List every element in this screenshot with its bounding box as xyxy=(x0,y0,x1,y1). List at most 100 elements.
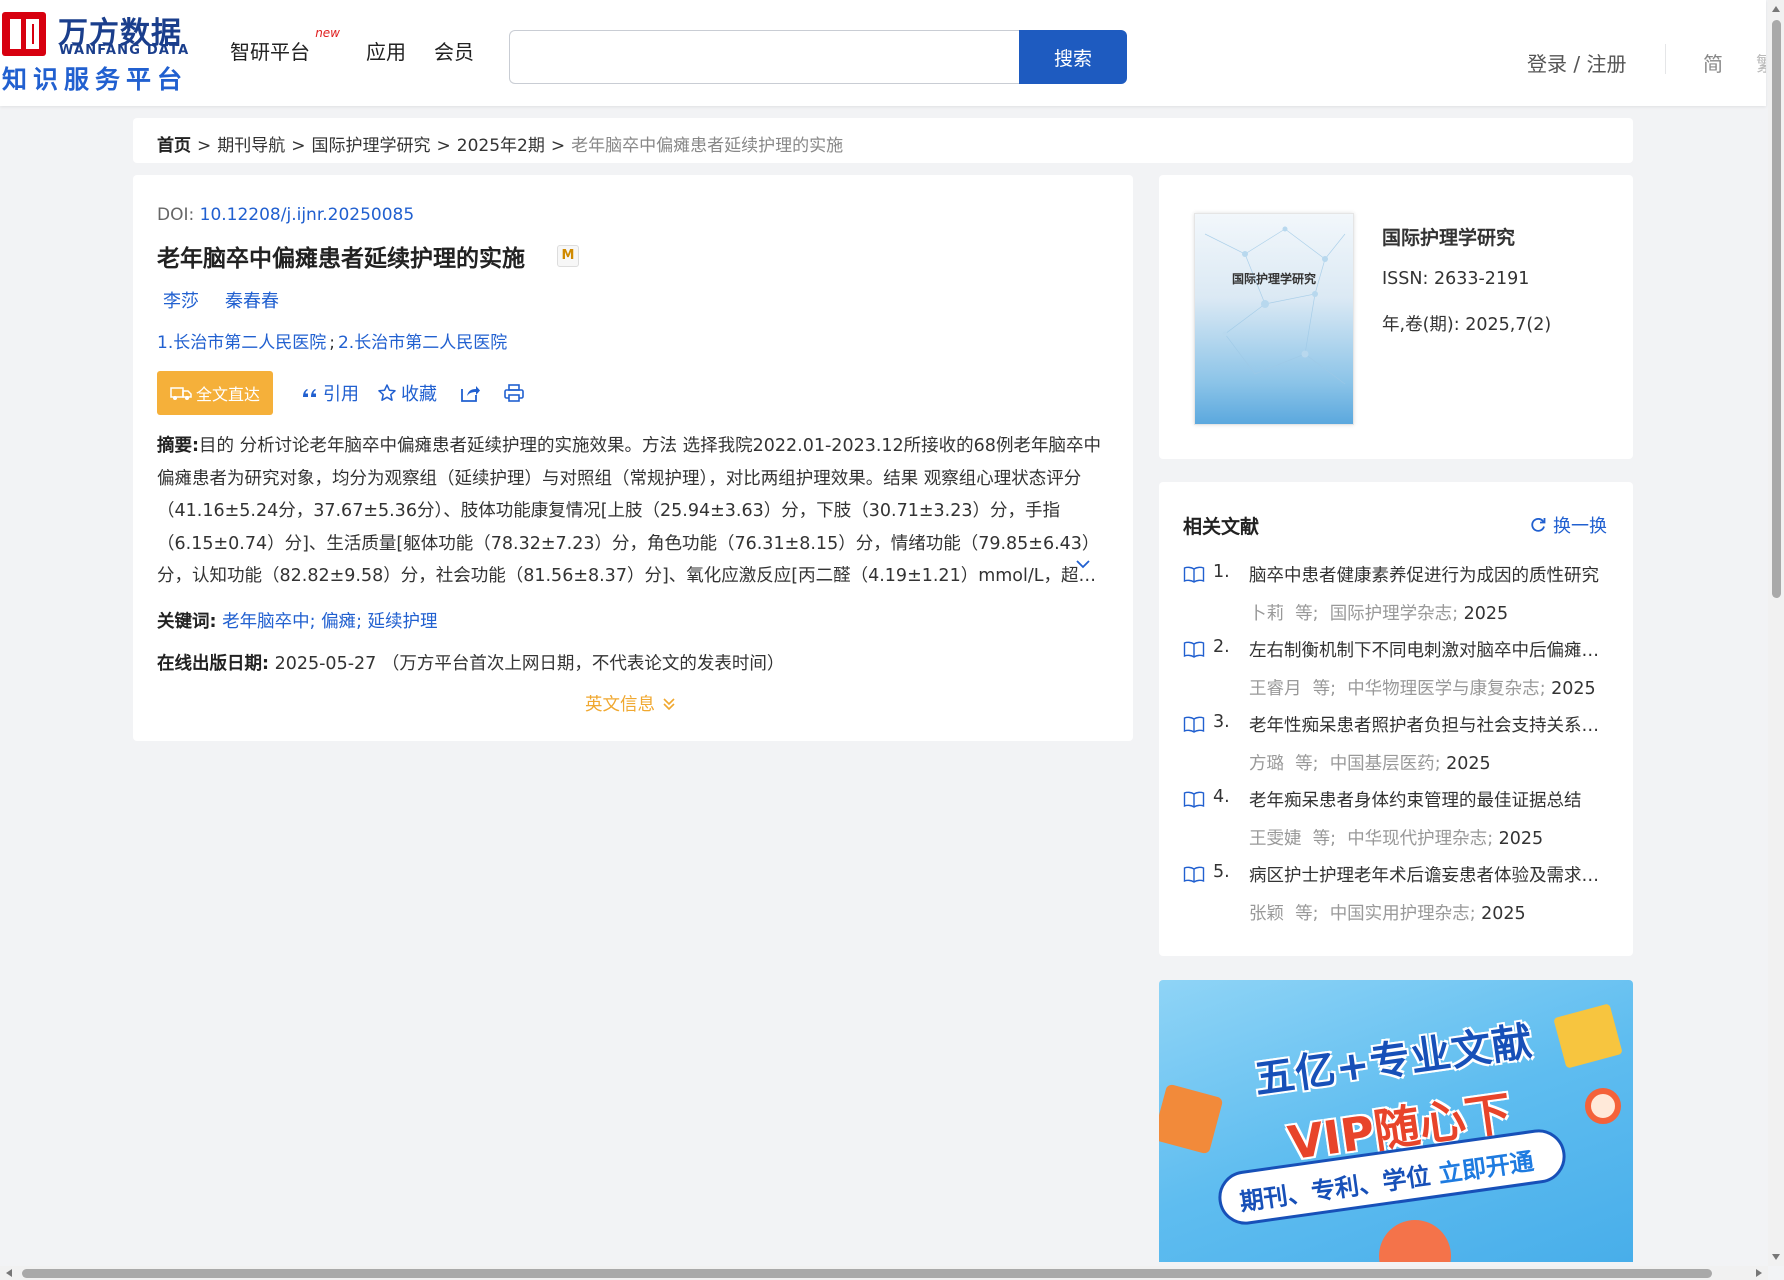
logo-sub-text: 知识服务平台 xyxy=(2,65,189,94)
pubdate-note: （万方平台首次上网日期，不代表论文的发表时间） xyxy=(381,654,785,674)
search-button[interactable]: 搜索 xyxy=(1019,30,1127,84)
vertical-scroll-thumb[interactable] xyxy=(1772,20,1781,598)
affiliation-link[interactable]: 1.长治市第二人民医院 xyxy=(157,333,326,353)
related-source: 中国实用护理杂志 xyxy=(1329,904,1470,924)
author-link[interactable]: 秦春春 xyxy=(225,287,279,313)
cite-button[interactable]: 引用 xyxy=(301,380,359,406)
cover-network-pattern xyxy=(1204,226,1346,385)
fulltext-button[interactable]: 全文直达 xyxy=(157,371,273,415)
lang-simplified[interactable]: 简 xyxy=(1703,48,1723,77)
nav-apps[interactable]: 应用 xyxy=(366,36,406,65)
chevron-down-icon[interactable] xyxy=(1075,559,1091,571)
related-year: 2025 xyxy=(1481,904,1526,924)
pubdate-value: 2025-05-27 xyxy=(274,654,377,674)
horizontal-scrollbar[interactable] xyxy=(0,1266,1768,1280)
journal-cover[interactable]: 国际护理学研究 xyxy=(1194,213,1354,425)
book-decoration xyxy=(1553,1003,1623,1069)
abstract-text-wrap: 摘要:目的 分析讨论老年脑卒中偏瘫患者延续护理的实施效果。方法 选择我院2022… xyxy=(157,430,1107,593)
main-nav: 智研平台 new 应用 会员 xyxy=(230,26,502,65)
related-papers-card: 相关文献 换一换 1. 脑卒中患者健康素养促进行为成因的质性研究 卜莉 等; 国… xyxy=(1159,482,1633,956)
favorite-button[interactable]: 收藏 xyxy=(377,380,437,406)
book-decoration xyxy=(1159,1083,1224,1155)
related-meta: 卜莉 等; 国际护理学杂志; 2025 xyxy=(1249,604,1509,624)
logo-en-text: WANFANG DATA xyxy=(59,43,190,58)
pubdate-line: 在线出版日期: 2025-05-27 （万方平台首次上网日期，不代表论文的发表时… xyxy=(157,650,784,675)
english-info-toggle[interactable]: 英文信息 xyxy=(585,691,677,716)
related-paper-link[interactable]: 脑卒中患者健康素养促进行为成因的质性研究 xyxy=(1249,562,1611,587)
breadcrumb-issue[interactable]: 2025年2期 xyxy=(457,136,545,156)
list-item: 3. 老年性痴呆患者照护者负担与社会支持关系研究 方璐 等; 中国基层医药; 2… xyxy=(1183,712,1613,787)
wanfang-logo[interactable]: 万方数据 WANFANG DATA 知识服务平台 xyxy=(2,10,192,94)
related-paper-link[interactable]: 左右制衡机制下不同电刺激对脑卒中后偏瘫患者的影响 xyxy=(1249,637,1611,662)
favorite-label: 收藏 xyxy=(401,384,437,405)
vip-promo-banner[interactable]: 五亿+专业文献 VIP随心下 期刊、专利、学位 立即开通 xyxy=(1159,980,1633,1262)
list-item: 4. 老年痴呆患者身体约束管理的最佳证据总结 王雯婕 等; 中华现代护理杂志; … xyxy=(1183,787,1613,862)
keyword-link[interactable]: 延续护理 xyxy=(368,612,438,632)
keyword-sep: ; xyxy=(356,612,362,632)
fulltext-label: 全文直达 xyxy=(195,385,260,404)
search-input[interactable] xyxy=(509,30,1021,84)
related-source: 国际护理学杂志 xyxy=(1329,604,1453,624)
scroll-right-arrow[interactable] xyxy=(1756,1269,1762,1277)
doi-link[interactable]: 10.12208/j.ijnr.20250085 xyxy=(200,205,415,225)
related-etal: 等; xyxy=(1312,829,1337,849)
journal-issn: ISSN: 2633-2191 xyxy=(1382,269,1529,289)
nav-member[interactable]: 会员 xyxy=(434,36,474,65)
related-year: 2025 xyxy=(1446,754,1491,774)
breadcrumb-journal[interactable]: 国际护理学研究 xyxy=(312,136,431,156)
keyword-link[interactable]: 老年脑卒中 xyxy=(222,612,310,632)
book-icon xyxy=(1183,866,1205,883)
related-source: 中华现代护理杂志 xyxy=(1347,829,1488,849)
breadcrumb-sep: > xyxy=(197,136,212,156)
abstract-block: 摘要:目的 分析讨论老年脑卒中偏瘫患者延续护理的实施效果。方法 选择我院2022… xyxy=(157,430,1107,593)
nav-zhiyan-label: 智研平台 xyxy=(230,40,310,64)
truck-icon xyxy=(170,387,192,400)
refresh-icon xyxy=(1531,517,1546,532)
affiliation-link[interactable]: 2.长治市第二人民医院 xyxy=(338,333,507,353)
related-source: 中国基层医药 xyxy=(1329,754,1435,774)
scroll-down-arrow[interactable] xyxy=(1772,1254,1780,1260)
related-paper-link[interactable]: 病区护士护理老年术后谵妄患者体验及需求的质性研究 xyxy=(1249,862,1611,887)
vertical-scrollbar[interactable] xyxy=(1768,0,1784,1266)
book-icon xyxy=(1183,716,1205,733)
share-button[interactable] xyxy=(459,383,481,403)
related-paper-link[interactable]: 老年性痴呆患者照护者负担与社会支持关系研究 xyxy=(1249,712,1611,737)
list-item-number: 5. xyxy=(1213,862,1230,882)
lang-traditional[interactable]: 繁 xyxy=(1756,48,1766,77)
scroll-left-arrow[interactable] xyxy=(6,1269,12,1277)
breadcrumb-journals[interactable]: 期刊导航 xyxy=(217,136,285,156)
volume-value: 2025,7(2) xyxy=(1465,315,1552,335)
related-etal: 等; xyxy=(1295,754,1319,774)
article-card: DOI: 10.12208/j.ijnr.20250085 老年脑卒中偏瘫患者延… xyxy=(133,175,1133,741)
cover-title: 国际护理学研究 xyxy=(1231,272,1316,286)
article-title: 老年脑卒中偏瘫患者延续护理的实施 xyxy=(157,246,525,272)
author-link[interactable]: 李莎 xyxy=(163,287,199,313)
journal-name-link[interactable]: 国际护理学研究 xyxy=(1382,223,1515,250)
quote-icon xyxy=(303,389,316,397)
related-meta: 方璐 等; 中国基层医药; 2025 xyxy=(1249,754,1491,774)
nav-zhiyan[interactable]: 智研平台 new xyxy=(230,26,340,65)
wanfang-logo-mark xyxy=(2,12,46,56)
keywords-line: 关键词: 老年脑卒中; 偏瘫; 延续护理 xyxy=(157,608,438,633)
affiliations: 1.长治市第二人民医院; 2.长治市第二人民医院 xyxy=(157,328,507,353)
keyword-link[interactable]: 偏瘫 xyxy=(321,612,356,632)
affil-sep: ; xyxy=(329,333,335,353)
refresh-button[interactable]: 换一换 xyxy=(1529,512,1607,538)
horizontal-scroll-thumb[interactable] xyxy=(22,1269,1712,1278)
list-item-number: 2. xyxy=(1213,637,1230,657)
top-header: 万方数据 WANFANG DATA 知识服务平台 智研平台 new 应用 会员 … xyxy=(0,0,1766,106)
related-meta: 王雯婕 等; 中华现代护理杂志; 2025 xyxy=(1249,829,1544,849)
related-list: 1. 脑卒中患者健康素养促进行为成因的质性研究 卜莉 等; 国际护理学杂志; 2… xyxy=(1183,562,1613,937)
scroll-up-arrow[interactable] xyxy=(1772,6,1780,12)
related-paper-link[interactable]: 老年痴呆患者身体约束管理的最佳证据总结 xyxy=(1249,787,1611,812)
print-button[interactable] xyxy=(503,383,525,403)
author-list: 李莎 秦春春 xyxy=(163,287,279,313)
login-register-link[interactable]: 登录 / 注册 xyxy=(1527,48,1626,77)
keywords-label: 关键词: xyxy=(157,612,217,632)
double-chevron-down-icon xyxy=(663,697,675,710)
m-badge-icon[interactable]: M xyxy=(557,245,579,267)
abstract-label: 摘要: xyxy=(157,436,199,456)
breadcrumb-sep: > xyxy=(550,136,566,156)
list-item: 2. 左右制衡机制下不同电刺激对脑卒中后偏瘫患者的影响 王睿月 等; 中华物理医… xyxy=(1183,637,1613,712)
breadcrumb-home[interactable]: 首页 xyxy=(157,136,191,156)
